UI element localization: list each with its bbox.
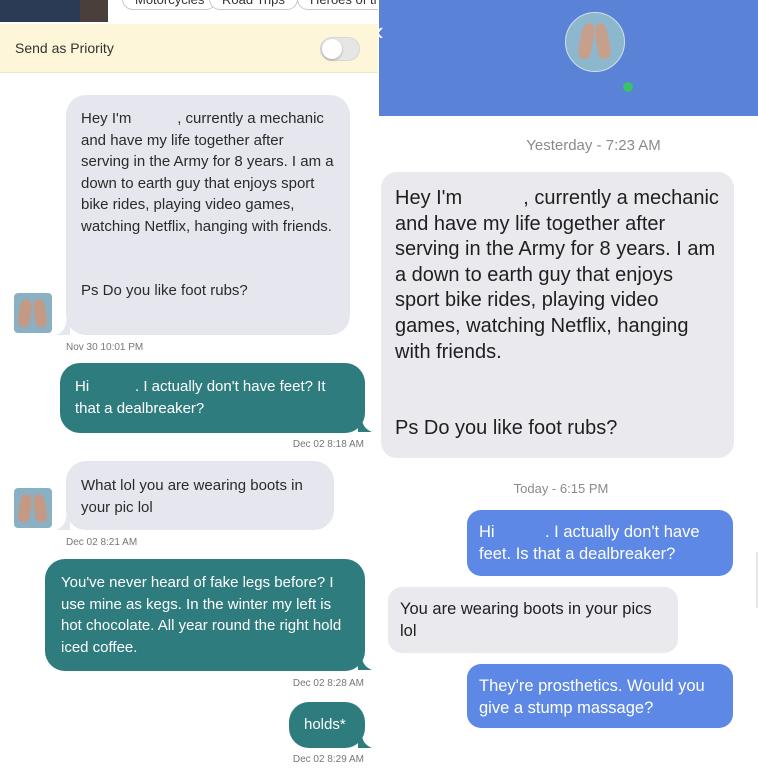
incoming-message: Hey I'm , currently a mechanic and have … [381,172,734,458]
outgoing-message: You've never heard of fake legs before? … [45,559,365,671]
bubble-tail [358,418,372,432]
message-timestamp: Dec 02 8:29 AM [292,754,364,765]
back-chevron-icon[interactable]: ‹ [379,16,384,47]
message-text: holds* [304,716,346,733]
incoming-message: You are wearing boots in your pics lol [388,587,678,653]
message-text: What lol you are wearing boots in your p… [81,477,307,516]
interest-chip[interactable]: Road Trips [209,0,298,10]
day-separator: Yesterday - 7:23 AM [526,137,661,154]
outgoing-message: They're prosthetics. Would you give a st… [467,664,733,728]
message-text: Ps Do you like foot rubs? [395,417,618,440]
bubble-tail [358,734,372,748]
bubble-tail [56,516,70,530]
message-text: Hey I'm , currently a mechanic and have … [81,110,338,235]
toggle-knob [322,39,342,59]
bubble-tail [358,656,372,670]
profile-photo-thumbnail[interactable] [0,0,108,22]
message-timestamp: Nov 30 10:01 PM [66,342,144,353]
interest-chip[interactable]: Heroes of th [297,0,379,10]
top-strip: Motorcycles Road Trips Heroes of th [0,0,379,24]
chat-header: ‹ [379,0,758,116]
send-as-priority-label: Send as Priority [15,40,114,56]
day-separator: Today - 6:15 PM [513,481,609,496]
sender-avatar[interactable] [14,293,52,333]
message-text: Ps Do you like foot rubs? [81,282,248,299]
message-text: They're prosthetics. Would you give a st… [479,677,710,717]
outgoing-message: Hi . I actually don't have feet. Is that… [467,510,733,576]
message-text: You are wearing boots in your pics lol [400,600,657,640]
incoming-message: What lol you are wearing boots in your p… [66,461,334,530]
profile-avatar[interactable] [565,12,625,72]
priority-toggle[interactable] [320,37,360,61]
message-text: Hi . I actually don't have feet? It that… [75,378,330,417]
interest-chip[interactable]: Motorcycles [122,0,218,10]
online-status-dot [623,82,633,92]
sender-avatar[interactable] [14,488,52,528]
message-timestamp: Dec 02 8:21 AM [66,537,138,548]
left-conversation: Motorcycles Road Trips Heroes of th Send… [0,0,379,769]
right-conversation: ‹ Yesterday - 7:23 AM Hey I'm , currentl… [379,0,758,769]
incoming-message: Hey I'm , currently a mechanic and have … [66,95,350,335]
outgoing-message: Hi . I actually don't have feet? It that… [60,363,365,433]
message-text: Hi . I actually don't have feet. Is that… [479,523,705,563]
message-text: You've never heard of fake legs before? … [61,574,346,656]
message-text: Hey I'm , currently a mechanic and have … [395,187,725,363]
message-timestamp: Dec 02 8:28 AM [292,678,364,689]
outgoing-message: holds* [289,702,365,748]
message-timestamp: Dec 02 8:18 AM [292,439,364,450]
bubble-tail [56,321,70,335]
